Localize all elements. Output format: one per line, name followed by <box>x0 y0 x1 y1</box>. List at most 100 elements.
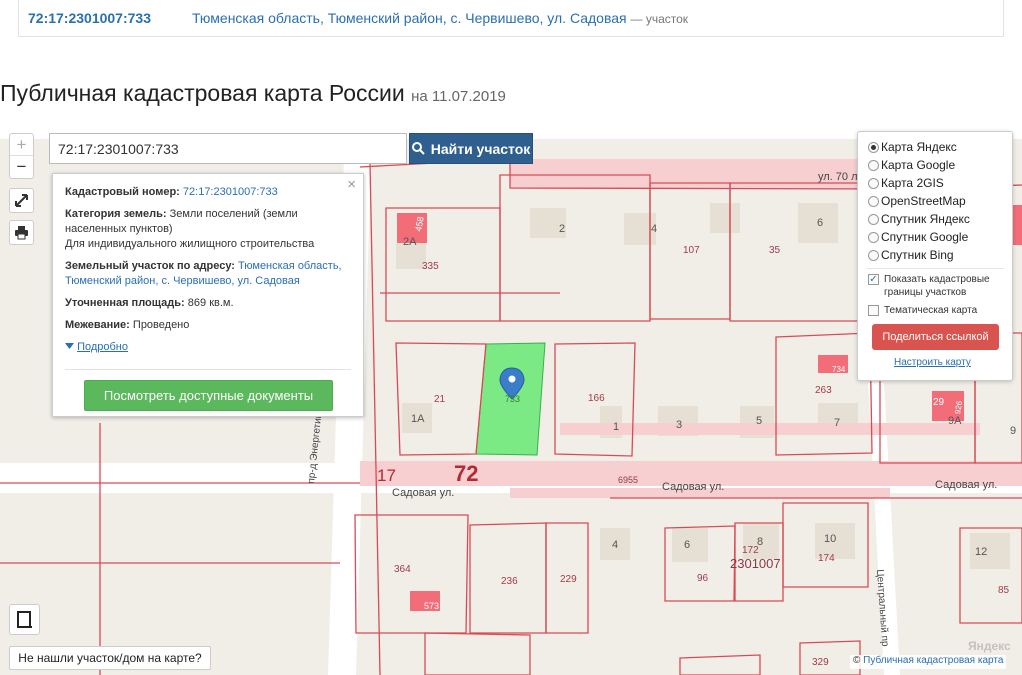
parcel-number: 335 <box>422 261 439 272</box>
zoom-out-button[interactable]: − <box>10 156 33 178</box>
house-number: 7 <box>834 417 841 429</box>
layers-panel: Карта Яндекс Карта Google Карта 2GIS OpenSt… <box>857 131 1013 381</box>
parcel-number: 85 <box>998 585 1010 596</box>
map-settings-link[interactable]: Настроить карту <box>894 357 1012 368</box>
info-cad-label: Кадастровый номер: <box>65 186 180 198</box>
info-survey-label: Межевание: <box>65 319 130 331</box>
print-button[interactable] <box>9 220 34 245</box>
block-label: 2301007 <box>730 556 781 571</box>
house-number: 1 <box>613 421 620 433</box>
quarter-label: 17 <box>377 466 396 485</box>
layer-option[interactable]: Спутник Google <box>868 228 1012 246</box>
view-documents-button[interactable]: Посмотреть доступные документы <box>84 380 333 411</box>
layer-option-label: Спутник Яндекс <box>881 212 970 226</box>
search-input[interactable] <box>49 133 407 164</box>
parcel-number: 364 <box>394 564 411 575</box>
parcel-number: 6955 <box>618 475 639 485</box>
info-area-value: 869 кв.м. <box>187 297 234 309</box>
copyright: © Публичная кадастровая карта <box>850 655 1007 669</box>
house-number: 12 <box>975 546 988 558</box>
street-label: Центральный пр <box>874 569 891 647</box>
legend-button[interactable] <box>9 604 40 635</box>
layer-option[interactable]: Карта 2GIS <box>868 174 1012 192</box>
layer-option-label: Карта Google <box>881 158 956 172</box>
radio-icon <box>868 195 879 207</box>
info-cad-row: Кадастровый номер: 72:17:2301007:733 <box>65 185 351 200</box>
info-category-row: Категория земель: Земли поселений (земли… <box>65 207 351 252</box>
info-address-row: Земельный участок по адресу: Тюменская о… <box>65 259 351 289</box>
search-button-label: Найти участок <box>430 140 531 157</box>
parcel-number: 35 <box>769 245 781 256</box>
info-survey-value: Проведено <box>132 319 190 331</box>
house-number: 2А <box>403 236 417 248</box>
street-label: Садовая ул. <box>392 487 455 499</box>
cad-bounds-checkbox[interactable]: ✓ Показать кадастровые границы участков <box>868 273 1012 299</box>
close-icon[interactable]: × <box>347 177 356 192</box>
divider <box>866 268 1004 269</box>
parcel-number: 263 <box>815 385 832 396</box>
radio-icon <box>868 213 879 225</box>
parcel-number: 733 <box>505 394 521 404</box>
parcel-number: 229 <box>560 574 577 585</box>
topbar-address-text[interactable]: Тюменская область, Тюменский район, с. Ч… <box>192 10 627 26</box>
house-number: 5 <box>756 415 763 427</box>
radio-icon <box>868 159 879 171</box>
layer-options: Карта Яндекс Карта Google Карта 2GIS OpenSt… <box>868 138 1012 264</box>
search-button[interactable]: Найти участок <box>409 133 533 164</box>
fullscreen-button[interactable] <box>9 188 34 213</box>
cad-bounds-label: Показать кадастровые границы участков <box>884 274 990 298</box>
info-address-label: Земельный участок по адресу: <box>65 260 235 272</box>
layer-option[interactable]: Карта Яндекс <box>868 138 1012 156</box>
layer-option-label: Карта 2GIS <box>881 176 944 190</box>
thematic-map-checkbox[interactable]: Тематическая карта <box>868 304 1012 317</box>
parcel-number: 166 <box>588 393 605 404</box>
print-icon <box>15 226 28 240</box>
radio-icon <box>868 177 879 189</box>
checkbox-checked-icon: ✓ <box>868 274 879 285</box>
more-details-toggle[interactable]: Подробно <box>65 340 351 355</box>
zoom-in-button[interactable]: + <box>10 134 33 156</box>
house-number: 8 <box>757 536 764 548</box>
radio-icon <box>868 249 879 261</box>
house-number: 4 <box>612 539 619 551</box>
fullscreen-icon <box>15 194 28 207</box>
layer-option[interactable]: Спутник Яндекс <box>868 210 1012 228</box>
info-category-label: Категория земель: <box>65 208 167 220</box>
parcel-number: 96 <box>697 573 709 584</box>
not-found-button[interactable]: Не нашли участок/дом на карте? <box>9 646 211 670</box>
house-number: 9А <box>948 415 962 427</box>
layer-option[interactable]: OpenStreetMap <box>868 192 1012 210</box>
layer-option-label: Спутник Google <box>881 230 969 244</box>
topbar-address[interactable]: Тюменская область, Тюменский район, с. Ч… <box>192 10 688 26</box>
zoom-control: + − <box>9 133 34 179</box>
divider <box>65 369 351 370</box>
info-cad-link[interactable]: 72:17:2301007:733 <box>183 186 278 198</box>
copyright-link[interactable]: Публичная кадастровая карта <box>863 655 1003 666</box>
parcel-number: 734 <box>832 365 846 374</box>
share-link-button[interactable]: Поделиться ссылкой <box>872 324 999 350</box>
topbar-cadastral-number[interactable]: 72:17:2301007:733 <box>28 10 151 26</box>
search-icon <box>411 142 425 155</box>
map-canvas[interactable]: Садовая ул. Садовая ул. Садовая ул. ул. … <box>0 123 1022 675</box>
legend-icon <box>17 611 32 628</box>
copyright-symbol: © <box>853 655 861 666</box>
radio-selected-icon <box>868 141 879 153</box>
parcel-number: 573 <box>424 601 440 611</box>
page-title: Публичная кадастровая карта России на 11… <box>0 80 506 107</box>
layer-option-label: OpenStreetMap <box>881 194 966 208</box>
house-number: 10 <box>824 533 837 545</box>
house-number: 2 <box>559 223 566 235</box>
parcel-number: 107 <box>683 245 700 256</box>
quarter-label: 72 <box>454 461 479 486</box>
parcel-number: 458 <box>413 215 426 233</box>
info-area-row: Уточненная площадь: 869 кв.м. <box>65 296 351 311</box>
info-use-value: Для индивидуального жилищного строительс… <box>65 238 315 250</box>
caret-down-icon <box>65 343 74 349</box>
layer-option[interactable]: Карта Google <box>868 156 1012 174</box>
layer-option-label: Спутник Bing <box>881 248 954 262</box>
layer-option[interactable]: Спутник Bing <box>868 246 1012 264</box>
house-number: 1А <box>411 413 425 425</box>
layer-option-label: Карта Яндекс <box>881 140 957 154</box>
parcel-number: 236 <box>501 576 518 587</box>
top-bar: 72:17:2301007:733 Тюменская область, Тюм… <box>18 0 1004 37</box>
